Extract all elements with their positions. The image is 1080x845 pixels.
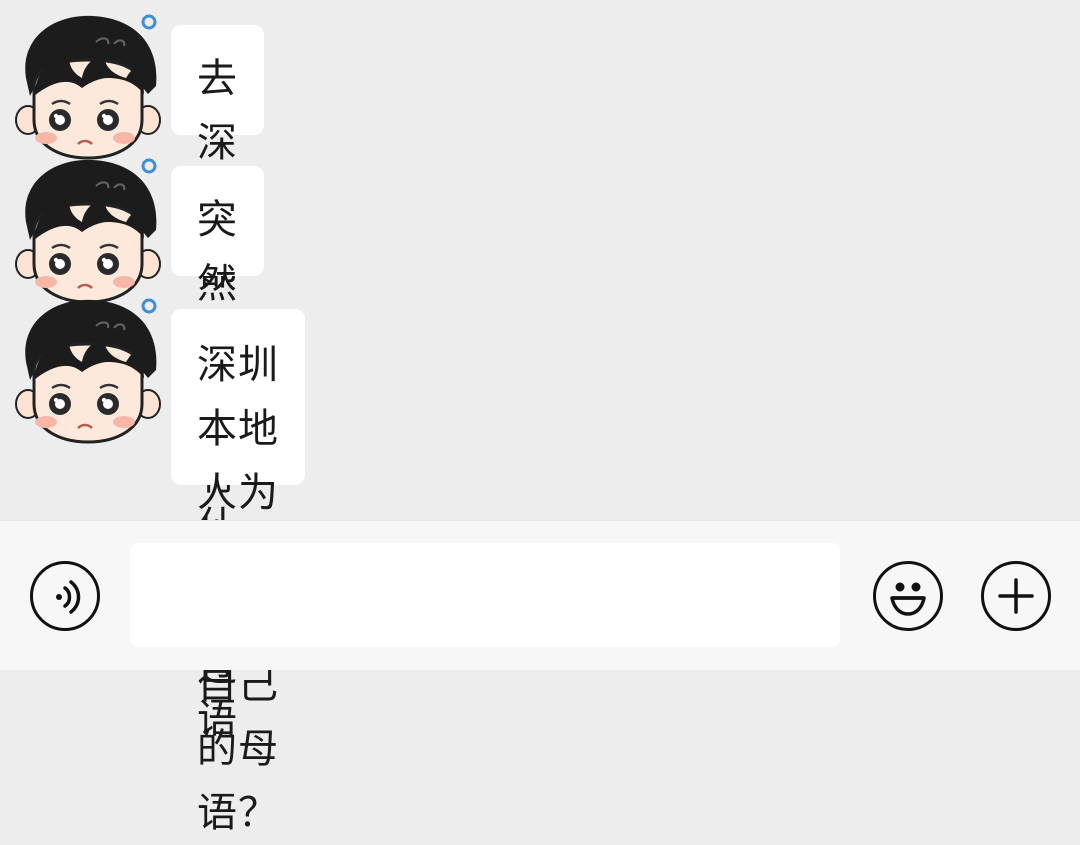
emoji-button[interactable] — [873, 561, 943, 631]
chat-message-list[interactable]: 去深圳都听不到什么粤语 突然觉得有点难过 深圳本地人为什么不说自己的母 语？ — [0, 0, 1080, 836]
message-bubble[interactable]: 去深圳都听不到什么粤语 — [171, 25, 264, 742]
message-bubble[interactable]: 深圳本地人为什么不说自己的母 语？ — [171, 309, 305, 836]
voice-icon — [56, 580, 81, 614]
emoji-icon — [890, 582, 926, 616]
message-bubble[interactable]: 突然觉得有点难过 — [171, 166, 264, 691]
sender-avatar[interactable] — [8, 8, 166, 166]
plus-icon — [998, 578, 1034, 614]
chat-input-bar — [0, 520, 1080, 670]
sender-avatar[interactable] — [8, 292, 166, 450]
message-text-line: 语？ — [197, 790, 279, 836]
more-button[interactable] — [981, 561, 1051, 631]
message-input[interactable] — [130, 543, 840, 647]
sender-avatar[interactable] — [8, 152, 166, 310]
voice-button[interactable] — [30, 561, 100, 631]
